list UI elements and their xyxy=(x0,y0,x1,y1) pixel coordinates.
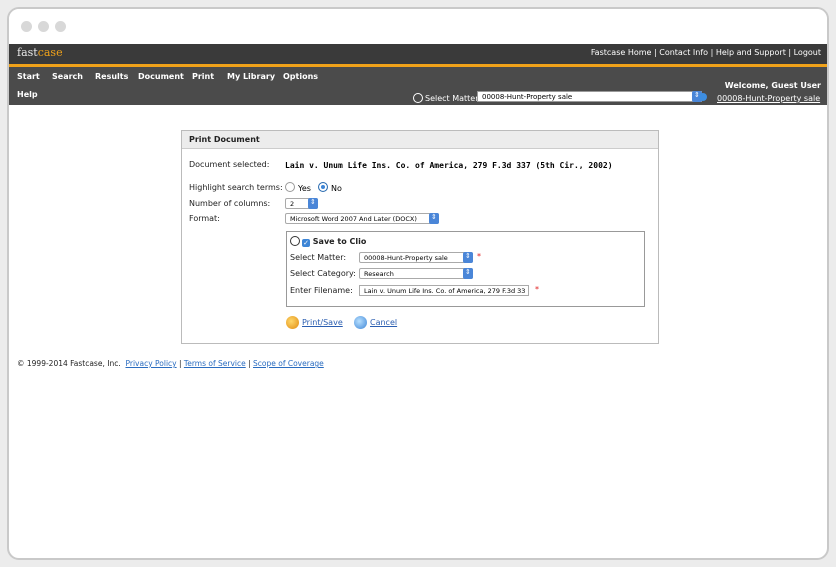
link-logout[interactable]: Logout xyxy=(794,48,821,57)
go-arrow-icon[interactable] xyxy=(699,93,707,101)
select-matter-label-text: Select Matter: xyxy=(425,94,482,103)
columns-select[interactable]: 2 xyxy=(285,197,318,209)
select-arrow-icon xyxy=(308,197,318,209)
link-fastcase-home[interactable]: Fastcase Home xyxy=(591,48,652,57)
link-contact-info[interactable]: Contact Info xyxy=(659,48,708,57)
columns-select-value: 2 xyxy=(290,200,295,208)
copyright-text: © 1999-2014 Fastcase, Inc. xyxy=(17,359,121,368)
select-matter-label: Select Matter: xyxy=(413,93,481,103)
format-select[interactable]: Microsoft Word 2007 And Later (DOCX) xyxy=(285,212,439,224)
browser-window: fastcase Fastcase Home | Contact Info | … xyxy=(7,7,829,560)
panel-title: Print Document xyxy=(182,131,658,149)
cancel-button[interactable]: Cancel xyxy=(354,316,397,329)
format-select-value: Microsoft Word 2007 And Later (DOCX) xyxy=(290,215,417,223)
radio-yes-icon xyxy=(285,182,295,192)
top-bar: fastcase Fastcase Home | Contact Info | … xyxy=(9,44,827,67)
terms-of-service-link[interactable]: Terms of Service xyxy=(184,359,246,368)
print-icon xyxy=(286,316,299,329)
logo-text: fast xyxy=(17,46,38,59)
nav-document[interactable]: Document xyxy=(138,72,184,81)
matter-select-value: 00008-Hunt-Property sale xyxy=(482,93,573,101)
nav-my-library[interactable]: My Library xyxy=(227,72,275,81)
clio-category-label: Select Category: xyxy=(290,269,356,278)
save-to-clio-box: ✓ Save to Clio Select Matter: 00008-Hunt… xyxy=(286,231,645,307)
nav-help[interactable]: Help xyxy=(17,90,38,99)
clio-matter-value: 00008-Hunt-Property sale xyxy=(364,254,448,262)
nav-options[interactable]: Options xyxy=(283,72,318,81)
nav-start[interactable]: Start xyxy=(17,72,40,81)
nav-results[interactable]: Results xyxy=(95,72,128,81)
welcome-text: Welcome, Guest User xyxy=(724,81,821,90)
columns-label: Number of columns: xyxy=(189,199,271,208)
matter-select[interactable]: 00008-Hunt-Property sale xyxy=(477,90,702,102)
radio-yes-label: Yes xyxy=(298,184,311,193)
nav-print[interactable]: Print xyxy=(192,72,214,81)
clio-matter-select[interactable]: 00008-Hunt-Property sale xyxy=(359,251,473,263)
logo-text-accent: case xyxy=(37,46,63,59)
document-selected-value: Lain v. Unum Life Ins. Co. of America, 2… xyxy=(285,161,613,170)
clio-clock-icon xyxy=(290,236,300,246)
fastcase-logo[interactable]: fastcase xyxy=(17,46,63,59)
clio-category-value: Research xyxy=(364,270,394,278)
privacy-policy-link[interactable]: Privacy Policy xyxy=(125,359,176,368)
save-to-clio-row: ✓ Save to Clio xyxy=(290,236,366,247)
select-arrow-icon xyxy=(463,267,473,279)
clio-filename-input[interactable]: Lain v. Unum Life Ins. Co. of America, 2… xyxy=(359,285,529,296)
clock-icon xyxy=(413,93,423,103)
clio-category-select[interactable]: Research xyxy=(359,267,473,279)
print-save-label: Print/Save xyxy=(302,318,343,327)
radio-yes[interactable]: Yes xyxy=(285,182,311,193)
minimize-window-dot[interactable] xyxy=(38,21,49,32)
cancel-icon xyxy=(354,316,367,329)
required-mark: * xyxy=(477,252,481,261)
main-nav: Start Search Results Document Print My L… xyxy=(9,67,827,105)
radio-no-label: No xyxy=(331,184,342,193)
clio-matter-label: Select Matter: xyxy=(290,253,347,262)
close-window-dot[interactable] xyxy=(21,21,32,32)
window-titlebar xyxy=(9,9,827,44)
select-arrow-icon xyxy=(463,251,473,263)
highlight-label: Highlight search terms: xyxy=(189,183,283,192)
format-label: Format: xyxy=(189,214,220,223)
save-to-clio-label: Save to Clio xyxy=(312,237,367,246)
clio-filename-label: Enter Filename: xyxy=(290,286,353,295)
current-matter-link[interactable]: 00008-Hunt-Property sale xyxy=(717,94,820,103)
radio-no[interactable]: No xyxy=(318,182,342,193)
scope-of-coverage-link[interactable]: Scope of Coverage xyxy=(253,359,324,368)
maximize-window-dot[interactable] xyxy=(55,21,66,32)
nav-search[interactable]: Search xyxy=(52,72,83,81)
cancel-label: Cancel xyxy=(370,318,398,327)
print-document-panel: Print Document Document selected: Lain v… xyxy=(181,130,659,344)
clio-filename-value: Lain v. Unum Life Ins. Co. of America, 2… xyxy=(364,287,526,295)
radio-no-icon xyxy=(318,182,328,192)
save-to-clio-checkbox[interactable]: ✓ xyxy=(302,239,310,247)
required-mark: * xyxy=(535,285,539,294)
footer: © 1999-2014 Fastcase, Inc. Privacy Polic… xyxy=(17,359,324,368)
document-selected-label: Document selected: xyxy=(189,160,270,169)
top-links: Fastcase Home | Contact Info | Help and … xyxy=(590,48,821,57)
select-arrow-icon xyxy=(429,212,439,224)
link-help-support[interactable]: Help and Support xyxy=(716,48,786,57)
print-save-button[interactable]: Print/Save xyxy=(286,316,343,329)
